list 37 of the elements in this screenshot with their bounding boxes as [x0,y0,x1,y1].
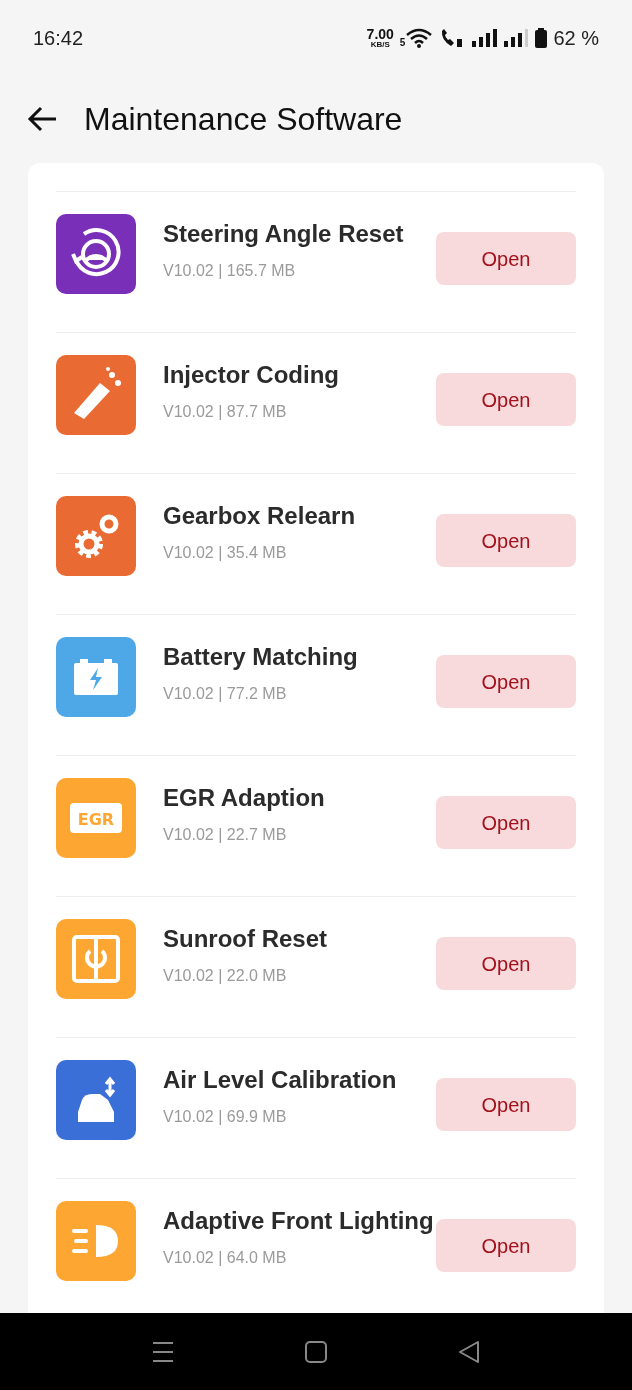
app-info: V10.02 | 22.0 MB [163,966,288,986]
app-info: V10.02 | 165.7 MB [163,261,297,281]
open-button[interactable]: Open [436,937,576,990]
open-button[interactable]: Open [436,1219,576,1272]
wifi-icon [405,27,434,48]
network-speed: 7.00 KB/S [366,26,394,49]
app-name: Adaptive Front Lighting [163,1206,435,1236]
app-name: Battery Matching [163,642,359,672]
network-type: 5 [399,37,406,48]
open-button[interactable]: Open [436,373,576,426]
app-name: Gearbox Relearn [163,501,357,531]
signal-icon [503,27,530,48]
clock: 16:42 [33,25,84,51]
app-info: V10.02 | 22.7 MB [163,825,288,845]
app-info: V10.02 | 64.0 MB [163,1248,288,1268]
open-button[interactable]: Open [436,796,576,849]
home-button[interactable] [305,1340,327,1363]
app-name: Air Level Calibration [163,1065,398,1095]
app-info: V10.02 | 87.7 MB [163,402,288,422]
open-button[interactable]: Open [436,232,576,285]
signal-icon [471,27,498,48]
back-nav-button[interactable] [457,1339,481,1364]
app-info: V10.02 | 77.2 MB [163,684,288,704]
page-title: Maintenance Software [84,100,403,139]
app-name: EGR Adaption [163,783,326,813]
open-button[interactable]: Open [436,1078,576,1131]
app-info: V10.02 | 35.4 MB [163,543,288,563]
app-icon: EGR [56,778,136,858]
menu-button[interactable] [151,1339,175,1364]
open-button[interactable]: Open [436,514,576,567]
app-name: Sunroof Reset [163,924,328,954]
open-button[interactable]: Open [436,655,576,708]
app-name: Steering Angle Reset [163,219,405,249]
app-info: V10.02 | 69.9 MB [163,1107,288,1127]
app-name: Injector Coding [163,360,340,390]
battery-icon [535,27,548,48]
battery-level: 62 % [553,25,599,51]
